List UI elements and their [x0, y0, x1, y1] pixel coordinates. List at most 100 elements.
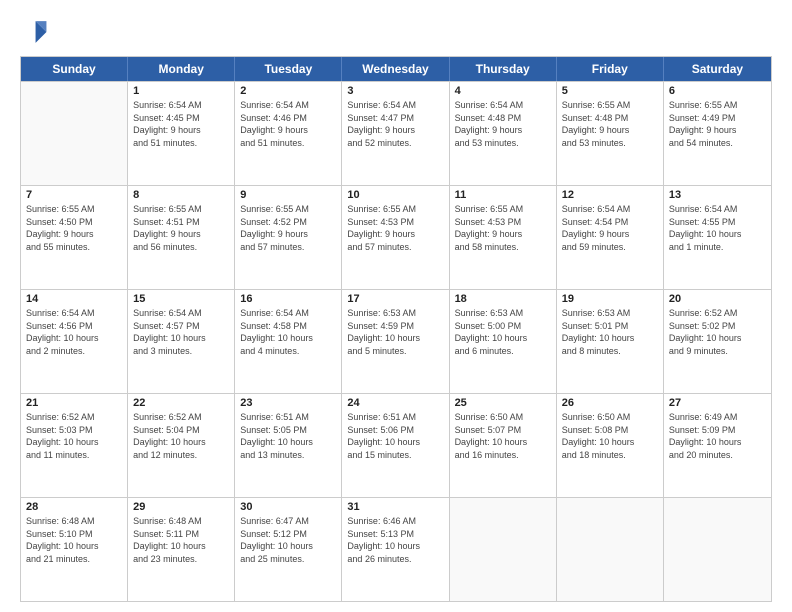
day-number: 12 [562, 189, 658, 201]
day-number: 20 [669, 293, 766, 305]
day-number: 28 [26, 501, 122, 513]
calendar-header-cell: Saturday [664, 57, 771, 81]
day-info: Sunrise: 6:49 AM Sunset: 5:09 PM Dayligh… [669, 411, 766, 461]
calendar-row: 14 Sunrise: 6:54 AM Sunset: 4:56 PM Dayli… [21, 289, 771, 393]
day-number: 17 [347, 293, 443, 305]
day-info: Sunrise: 6:55 AM Sunset: 4:48 PM Dayligh… [562, 99, 658, 149]
day-number: 31 [347, 501, 443, 513]
day-info: Sunrise: 6:50 AM Sunset: 5:08 PM Dayligh… [562, 411, 658, 461]
header [20, 18, 772, 46]
calendar-header: SundayMondayTuesdayWednesdayThursdayFrid… [21, 57, 771, 81]
calendar: SundayMondayTuesdayWednesdayThursdayFrid… [20, 56, 772, 602]
calendar-cell: 29Sunrise: 6:48 AM Sunset: 5:11 PM Dayli… [128, 498, 235, 601]
calendar-cell: 18 Sunrise: 6:53 AM Sunset: 5:00 PM Dayli… [450, 290, 557, 393]
calendar-cell [557, 498, 664, 601]
day-info: Sunrise: 6:52 AM Sunset: 5:04 PM Dayligh… [133, 411, 229, 461]
calendar-cell: 2Sunrise: 6:54 AM Sunset: 4:46 PM Daylig… [235, 82, 342, 185]
day-info: Sunrise: 6:47 AM Sunset: 5:12 PM Dayligh… [240, 515, 336, 565]
calendar-cell: 15 Sunrise: 6:54 AM Sunset: 4:57 PM Dayli… [128, 290, 235, 393]
calendar-cell: 21 Sunrise: 6:52 AM Sunset: 5:03 PM Dayli… [21, 394, 128, 497]
day-number: 4 [455, 85, 551, 97]
day-number: 18 [455, 293, 551, 305]
day-info: Sunrise: 6:54 AM Sunset: 4:48 PM Dayligh… [455, 99, 551, 149]
day-number: 30 [240, 501, 336, 513]
day-info: Sunrise: 6:55 AM Sunset: 4:51 PM Dayligh… [133, 203, 229, 253]
day-number: 19 [562, 293, 658, 305]
day-info: Sunrise: 6:51 AM Sunset: 5:06 PM Dayligh… [347, 411, 443, 461]
day-number: 7 [26, 189, 122, 201]
calendar-cell: 30 Sunrise: 6:47 AM Sunset: 5:12 PM Dayli… [235, 498, 342, 601]
day-number: 14 [26, 293, 122, 305]
calendar-cell: 6 Sunrise: 6:55 AM Sunset: 4:49 PM Daylig… [664, 82, 771, 185]
day-info: Sunrise: 6:54 AM Sunset: 4:56 PM Dayligh… [26, 307, 122, 357]
calendar-cell: 11Sunrise: 6:55 AM Sunset: 4:53 PM Dayli… [450, 186, 557, 289]
day-number: 8 [133, 189, 229, 201]
calendar-cell [664, 498, 771, 601]
day-info: Sunrise: 6:50 AM Sunset: 5:07 PM Dayligh… [455, 411, 551, 461]
day-info: Sunrise: 6:55 AM Sunset: 4:49 PM Dayligh… [669, 99, 766, 149]
calendar-row: 7 Sunrise: 6:55 AM Sunset: 4:50 PM Daylig… [21, 185, 771, 289]
day-info: Sunrise: 6:54 AM Sunset: 4:45 PM Dayligh… [133, 99, 229, 149]
calendar-cell: 10 Sunrise: 6:55 AM Sunset: 4:53 PM Dayli… [342, 186, 449, 289]
day-number: 15 [133, 293, 229, 305]
day-number: 21 [26, 397, 122, 409]
day-info: Sunrise: 6:55 AM Sunset: 4:53 PM Dayligh… [455, 203, 551, 253]
calendar-header-cell: Wednesday [342, 57, 449, 81]
day-info: Sunrise: 6:48 AM Sunset: 5:10 PM Dayligh… [26, 515, 122, 565]
day-info: Sunrise: 6:55 AM Sunset: 4:52 PM Dayligh… [240, 203, 336, 253]
day-number: 26 [562, 397, 658, 409]
calendar-cell: 9 Sunrise: 6:55 AM Sunset: 4:52 PM Daylig… [235, 186, 342, 289]
day-info: Sunrise: 6:54 AM Sunset: 4:58 PM Dayligh… [240, 307, 336, 357]
calendar-cell: 22Sunrise: 6:52 AM Sunset: 5:04 PM Dayli… [128, 394, 235, 497]
calendar-cell: 20 Sunrise: 6:52 AM Sunset: 5:02 PM Dayli… [664, 290, 771, 393]
calendar-cell: 7 Sunrise: 6:55 AM Sunset: 4:50 PM Daylig… [21, 186, 128, 289]
day-info: Sunrise: 6:55 AM Sunset: 4:50 PM Dayligh… [26, 203, 122, 253]
day-number: 29 [133, 501, 229, 513]
day-info: Sunrise: 6:54 AM Sunset: 4:54 PM Dayligh… [562, 203, 658, 253]
day-number: 24 [347, 397, 443, 409]
day-info: Sunrise: 6:53 AM Sunset: 4:59 PM Dayligh… [347, 307, 443, 357]
calendar-body: 1Sunrise: 6:54 AM Sunset: 4:45 PM Daylig… [21, 81, 771, 601]
calendar-cell: 13 Sunrise: 6:54 AM Sunset: 4:55 PM Dayli… [664, 186, 771, 289]
calendar-cell: 26 Sunrise: 6:50 AM Sunset: 5:08 PM Dayli… [557, 394, 664, 497]
day-info: Sunrise: 6:46 AM Sunset: 5:13 PM Dayligh… [347, 515, 443, 565]
calendar-cell: 28 Sunrise: 6:48 AM Sunset: 5:10 PM Dayli… [21, 498, 128, 601]
day-number: 6 [669, 85, 766, 97]
day-number: 23 [240, 397, 336, 409]
day-info: Sunrise: 6:51 AM Sunset: 5:05 PM Dayligh… [240, 411, 336, 461]
day-number: 10 [347, 189, 443, 201]
day-number: 5 [562, 85, 658, 97]
calendar-cell: 1Sunrise: 6:54 AM Sunset: 4:45 PM Daylig… [128, 82, 235, 185]
day-info: Sunrise: 6:52 AM Sunset: 5:02 PM Dayligh… [669, 307, 766, 357]
day-number: 27 [669, 397, 766, 409]
calendar-cell: 17 Sunrise: 6:53 AM Sunset: 4:59 PM Dayli… [342, 290, 449, 393]
day-info: Sunrise: 6:54 AM Sunset: 4:47 PM Dayligh… [347, 99, 443, 149]
calendar-header-cell: Monday [128, 57, 235, 81]
day-info: Sunrise: 6:54 AM Sunset: 4:57 PM Dayligh… [133, 307, 229, 357]
calendar-row: 1Sunrise: 6:54 AM Sunset: 4:45 PM Daylig… [21, 81, 771, 185]
calendar-cell: 4 Sunrise: 6:54 AM Sunset: 4:48 PM Daylig… [450, 82, 557, 185]
day-number: 13 [669, 189, 766, 201]
day-number: 25 [455, 397, 551, 409]
day-number: 16 [240, 293, 336, 305]
calendar-cell: 24 Sunrise: 6:51 AM Sunset: 5:06 PM Dayli… [342, 394, 449, 497]
logo [20, 18, 52, 46]
day-info: Sunrise: 6:52 AM Sunset: 5:03 PM Dayligh… [26, 411, 122, 461]
day-number: 9 [240, 189, 336, 201]
logo-icon [20, 18, 48, 46]
calendar-cell: 5 Sunrise: 6:55 AM Sunset: 4:48 PM Daylig… [557, 82, 664, 185]
calendar-cell: 8 Sunrise: 6:55 AM Sunset: 4:51 PM Daylig… [128, 186, 235, 289]
day-info: Sunrise: 6:53 AM Sunset: 5:00 PM Dayligh… [455, 307, 551, 357]
calendar-cell: 23 Sunrise: 6:51 AM Sunset: 5:05 PM Dayli… [235, 394, 342, 497]
day-number: 2 [240, 85, 336, 97]
day-info: Sunrise: 6:54 AM Sunset: 4:55 PM Dayligh… [669, 203, 766, 253]
day-info: Sunrise: 6:55 AM Sunset: 4:53 PM Dayligh… [347, 203, 443, 253]
calendar-cell: 19Sunrise: 6:53 AM Sunset: 5:01 PM Dayli… [557, 290, 664, 393]
calendar-cell: 3Sunrise: 6:54 AM Sunset: 4:47 PM Daylig… [342, 82, 449, 185]
calendar-header-cell: Sunday [21, 57, 128, 81]
calendar-cell: 31 Sunrise: 6:46 AM Sunset: 5:13 PM Dayli… [342, 498, 449, 601]
calendar-cell: 16 Sunrise: 6:54 AM Sunset: 4:58 PM Dayli… [235, 290, 342, 393]
page: SundayMondayTuesdayWednesdayThursdayFrid… [0, 0, 792, 612]
calendar-cell: 27 Sunrise: 6:49 AM Sunset: 5:09 PM Dayli… [664, 394, 771, 497]
calendar-cell: 12 Sunrise: 6:54 AM Sunset: 4:54 PM Dayli… [557, 186, 664, 289]
